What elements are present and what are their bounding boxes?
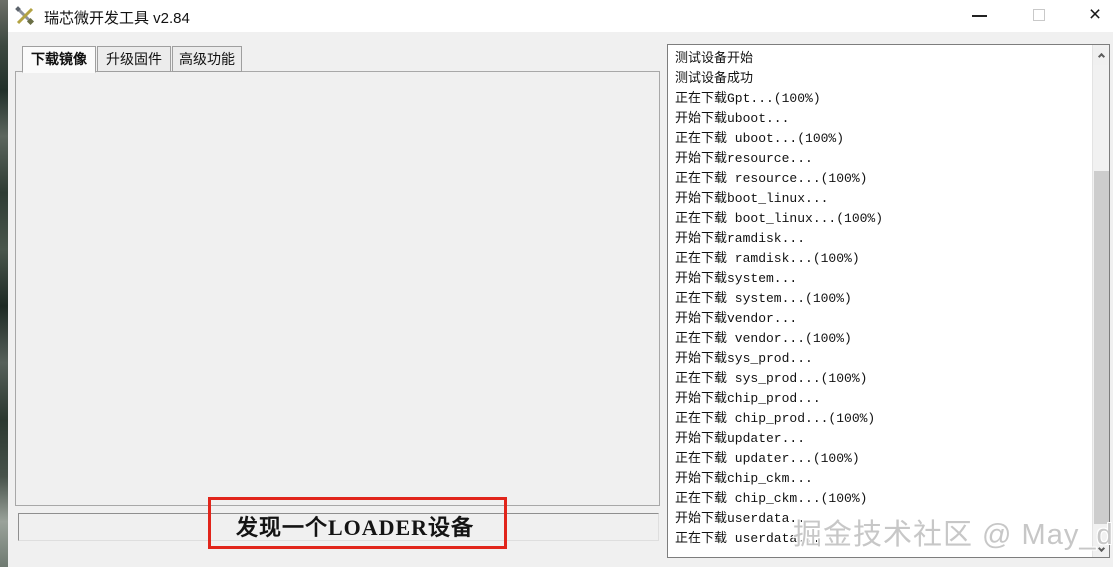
log-line: 正在下载 userdata... (675, 531, 821, 546)
window-title: 瑞芯微开发工具 v2.84 (44, 10, 190, 27)
app-window: 瑞芯微开发工具 v2.84 × 下载镜像 升级固件 高级功能 # 地址 名字 路… (0, 0, 1113, 567)
log-vscroll-thumb[interactable] (1094, 171, 1109, 524)
log-vertical-scrollbar[interactable] (1092, 45, 1109, 557)
log-line: 正在下载 chip_ckm...(100%) (675, 491, 868, 506)
log-line: 开始下载sys_prod... (675, 351, 813, 366)
log-line: 开始下载resource... (675, 151, 813, 166)
download-image-tab-page (15, 71, 660, 506)
log-line: 开始下载uboot... (675, 111, 790, 126)
log-line: 正在下载Gpt...(100%) (675, 91, 821, 106)
log-line: 开始下载ramdisk... (675, 231, 806, 246)
log-scroll-up-icon[interactable] (1093, 48, 1109, 65)
log-line: 正在下载 ramdisk...(100%) (675, 251, 860, 266)
tab-upgrade-firmware[interactable]: 升级固件 (97, 46, 171, 72)
log-line: 正在下载 system...(100%) (675, 291, 852, 306)
minimize-button[interactable] (962, 0, 996, 32)
log-line: 测试设备开始 (675, 51, 754, 66)
log-line: 开始下载chip_ckm... (675, 471, 813, 486)
log-line: 开始下载userdata... (675, 511, 813, 526)
log-panel[interactable]: 测试设备开始 测试设备成功正在下载Gpt...(100%) 开始下载uboot...… (667, 44, 1110, 558)
log-line: 正在下载 vendor...(100%) (675, 331, 852, 346)
log-line: 开始下载boot_linux... (675, 191, 829, 206)
log-line: 正在下载 sys_prod...(100%) (675, 371, 868, 386)
log-line: 测试设备成功 (675, 71, 754, 86)
app-icon (14, 5, 36, 27)
maximize-icon (1033, 9, 1045, 21)
log-line: 正在下载 uboot...(100%) (675, 131, 845, 146)
tab-advanced-function[interactable]: 高级功能 (172, 46, 242, 72)
close-button[interactable]: × (1078, 0, 1112, 32)
log-scroll-down-icon[interactable] (1093, 540, 1109, 557)
log-line: 正在下载 resource...(100%) (675, 171, 868, 186)
log-line: 开始下载chip_prod... (675, 391, 821, 406)
log-line: 正在下载 chip_prod...(100%) (675, 411, 876, 426)
log-lines: 测试设备开始 测试设备成功正在下载Gpt...(100%) 开始下载uboot...… (675, 49, 1089, 549)
log-line: 开始下载vendor... (675, 311, 798, 326)
minimize-icon (972, 15, 987, 17)
log-line: 开始下载updater... (675, 431, 806, 446)
tab-download-image[interactable]: 下载镜像 (22, 46, 96, 73)
title-bar: 瑞芯微开发工具 v2.84 × (8, 0, 1113, 32)
log-line: 正在下载 boot_linux...(100%) (675, 211, 884, 226)
status-message: 发现一个LOADER设备 (235, 515, 475, 540)
maximize-button[interactable] (1022, 0, 1056, 32)
log-line: 正在下载 updater...(100%) (675, 451, 860, 466)
log-line: 开始下载system... (675, 271, 798, 286)
desktop-background-sliver (0, 0, 8, 567)
